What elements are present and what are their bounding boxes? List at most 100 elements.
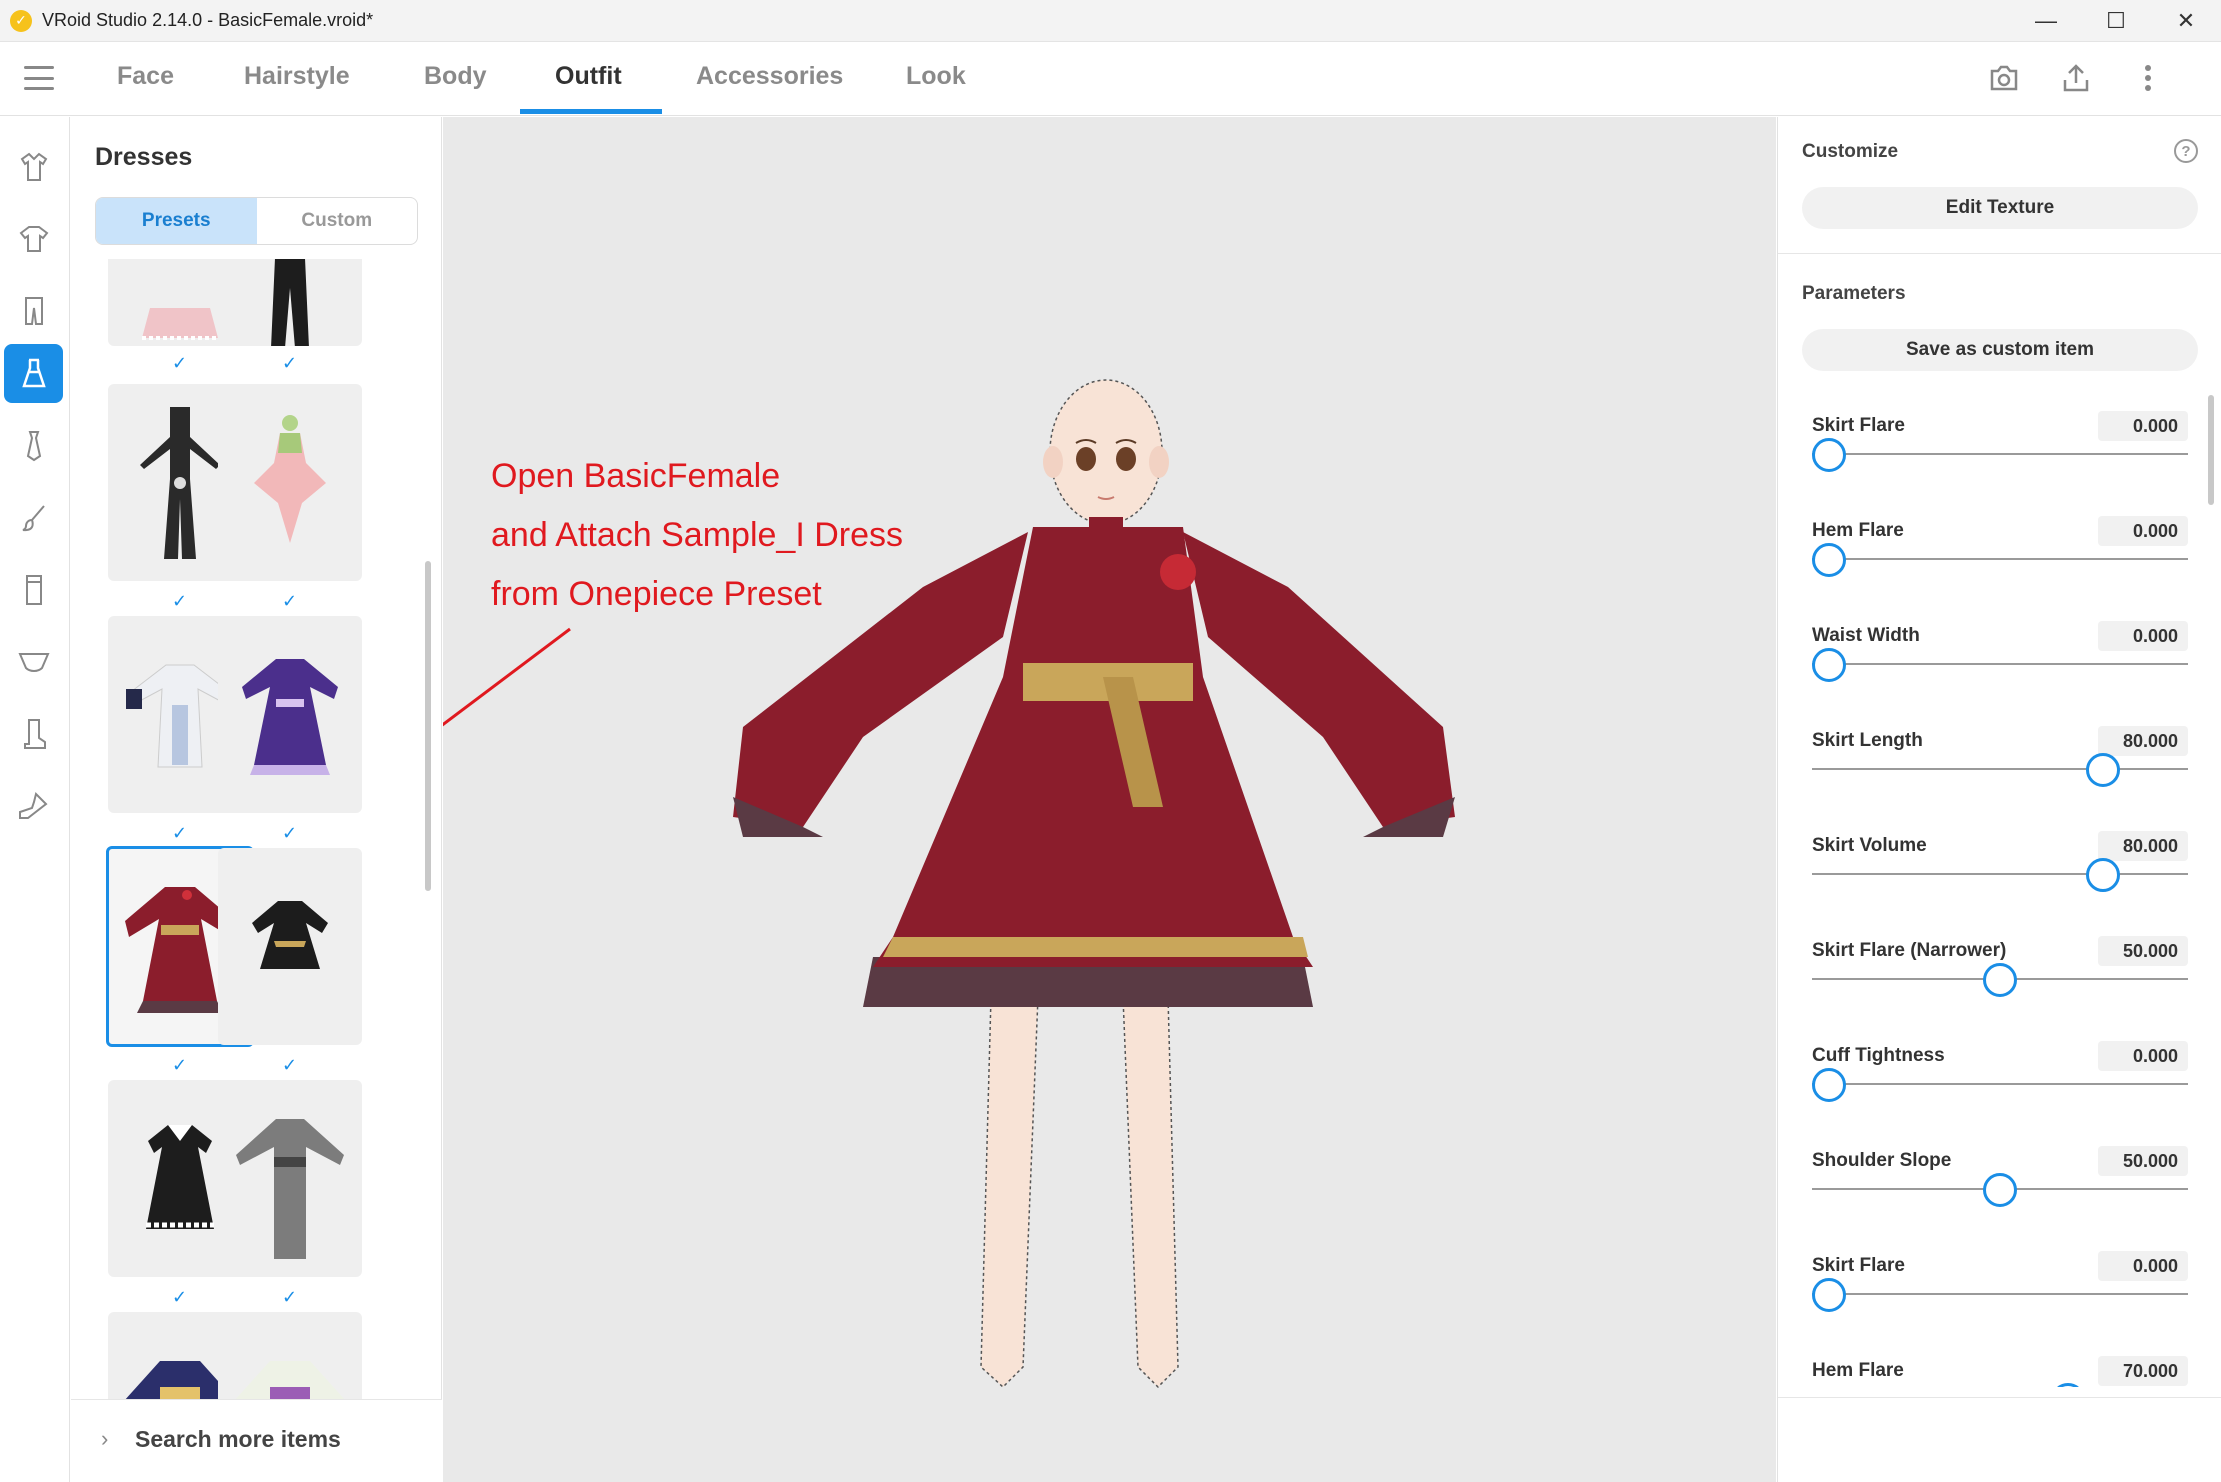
slider-track[interactable] — [1812, 768, 2188, 770]
param-skirt-length: Skirt Length 80.000 — [1778, 726, 2221, 835]
param-label: Shoulder Slope — [1812, 1150, 1952, 1171]
brush-icon[interactable] — [4, 488, 63, 547]
check-icon: ✓ — [282, 591, 298, 611]
help-icon[interactable]: ? — [2174, 139, 2198, 163]
slider-knob[interactable] — [1812, 438, 1846, 472]
presets-tab[interactable]: Presets — [96, 198, 257, 244]
param-label: Skirt Volume — [1812, 835, 1927, 856]
customize-scrollbar[interactable] — [2208, 395, 2214, 505]
slider-knob[interactable] — [1812, 543, 1846, 577]
pants-icon[interactable] — [4, 281, 63, 340]
tab-body[interactable]: Body — [424, 62, 487, 116]
tab-face[interactable]: Face — [117, 62, 174, 116]
check-icon: ✓ — [172, 823, 188, 843]
param-value-field[interactable]: 70.000 — [2098, 1356, 2188, 1386]
preset-custom-toggle: Presets Custom — [95, 197, 418, 245]
category-rail — [0, 117, 70, 1482]
boot-icon[interactable] — [4, 704, 63, 763]
preset-purple-dress[interactable] — [218, 616, 362, 813]
slider-track[interactable] — [1812, 1293, 2188, 1295]
socks-icon[interactable] — [4, 560, 63, 619]
check-icon: ✓ — [172, 591, 188, 611]
panel-title: Dresses — [95, 143, 193, 171]
search-more-label: Search more items — [135, 1426, 341, 1452]
slider-track[interactable] — [1812, 873, 2188, 875]
export-icon[interactable] — [2058, 60, 2094, 96]
param-label: Cuff Tightness — [1812, 1045, 1945, 1066]
coat-icon[interactable] — [4, 137, 63, 196]
preset-gray-kimono[interactable] — [218, 1080, 362, 1277]
title-bar: ✓ VRoid Studio 2.14.0 - BasicFemale.vroi… — [0, 0, 2221, 42]
param-label: Skirt Flare — [1812, 1255, 1905, 1276]
preset-black-gothic-dress[interactable] — [218, 848, 362, 1045]
param-hem-flare-2: Hem Flare 70.000 — [1778, 1356, 2221, 1387]
slider-knob[interactable] — [2051, 1383, 2086, 1387]
param-value-field[interactable]: 0.000 — [2098, 1251, 2188, 1281]
shoe-icon[interactable] — [4, 776, 63, 835]
slider-knob[interactable] — [1983, 1173, 2017, 1207]
param-cuff-tightness: Cuff Tightness 0.000 — [1778, 1041, 2221, 1150]
slider-knob[interactable] — [1812, 1068, 1846, 1102]
param-label: Hem Flare — [1812, 1360, 1904, 1381]
customize-panel: Customize ? Edit Texture Parameters Save… — [1777, 117, 2221, 1482]
dresses-panel: Dresses Presets Custom ✓ ✓ ✓ ✓ ✓ ✓ ✓ ✓ ✓… — [71, 117, 442, 1482]
param-value-field[interactable]: 0.000 — [2098, 621, 2188, 651]
bra-icon[interactable] — [4, 632, 63, 691]
bottom-divider — [1778, 1397, 2221, 1398]
active-tab-indicator — [520, 109, 662, 114]
param-waist-width: Waist Width 0.000 — [1778, 621, 2221, 730]
check-icon: ✓ — [282, 823, 298, 843]
slider-knob[interactable] — [2085, 858, 2120, 892]
vroid-logo-icon: ✓ — [10, 9, 32, 32]
preset-black-suit[interactable] — [218, 259, 362, 346]
preset-flower-dress[interactable] — [218, 384, 362, 581]
tab-outfit[interactable]: Outfit — [555, 62, 622, 116]
param-value-field[interactable]: 0.000 — [2098, 516, 2188, 546]
search-more-items-button[interactable]: › Search more items — [71, 1399, 442, 1482]
slider-knob[interactable] — [1812, 648, 1846, 682]
param-value-field[interactable]: 50.000 — [2098, 1146, 2188, 1176]
check-icon: ✓ — [282, 1055, 298, 1075]
param-label: Skirt Flare (Narrower) — [1812, 940, 2007, 961]
dress-icon[interactable] — [4, 344, 63, 403]
slider-knob[interactable] — [2085, 753, 2120, 787]
model-viewport[interactable]: Open BasicFemale and Attach Sample_I Dre… — [443, 117, 1776, 1482]
more-vertical-icon[interactable] — [2130, 60, 2166, 96]
tab-accessories[interactable]: Accessories — [696, 62, 843, 116]
minimize-button[interactable]: — — [2011, 0, 2081, 42]
menu-icon[interactable] — [24, 66, 54, 90]
param-hem-flare: Hem Flare 0.000 — [1778, 516, 2221, 625]
chevron-right-icon: › — [101, 1426, 109, 1451]
slider-track[interactable] — [1812, 663, 2188, 665]
check-icon: ✓ — [172, 353, 188, 373]
close-button[interactable]: ✕ — [2151, 0, 2221, 42]
param-label: Waist Width — [1812, 625, 1920, 646]
edit-texture-button[interactable]: Edit Texture — [1802, 187, 2198, 229]
slider-knob[interactable] — [1812, 1278, 1846, 1312]
slider-track[interactable] — [1812, 453, 2188, 455]
param-value-field[interactable]: 0.000 — [2098, 1041, 2188, 1071]
slider-track[interactable] — [1812, 1083, 2188, 1085]
param-value-field[interactable]: 50.000 — [2098, 936, 2188, 966]
customize-label: Customize — [1802, 141, 1899, 162]
check-icon: ✓ — [282, 353, 298, 373]
param-value-field[interactable]: 80.000 — [2098, 831, 2188, 861]
parameter-list: Skirt Flare 0.000 Hem Flare 0.000 Waist … — [1778, 387, 2221, 1387]
custom-tab[interactable]: Custom — [257, 198, 418, 244]
tab-look[interactable]: Look — [906, 62, 966, 116]
shirt-icon[interactable] — [4, 209, 63, 268]
param-value-field[interactable]: 0.000 — [2098, 411, 2188, 441]
maximize-button[interactable]: ☐ — [2081, 0, 2151, 42]
check-icon: ✓ — [172, 1055, 188, 1075]
top-nav: Face Hairstyle Body Outfit Accessories L… — [0, 42, 2221, 116]
slider-track[interactable] — [1812, 558, 2188, 560]
section-divider — [1778, 253, 2221, 254]
camera-icon[interactable] — [1986, 60, 2022, 96]
tab-hairstyle[interactable]: Hairstyle — [244, 62, 350, 116]
preset-floral-kimono[interactable] — [218, 1312, 362, 1399]
save-as-custom-item-button[interactable]: Save as custom item — [1802, 329, 2198, 371]
slider-knob[interactable] — [1983, 963, 2017, 997]
param-value-field[interactable]: 80.000 — [2098, 726, 2188, 756]
tie-icon[interactable] — [4, 416, 63, 475]
panel-scrollbar[interactable] — [425, 561, 431, 891]
